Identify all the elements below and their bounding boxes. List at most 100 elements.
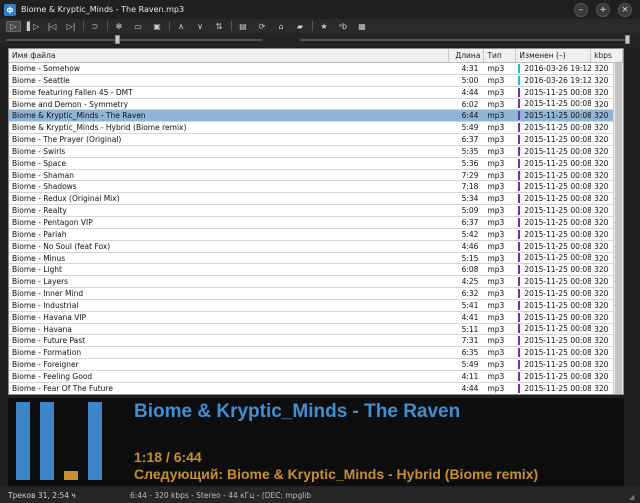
modified-marker <box>518 241 521 251</box>
refresh-icon[interactable]: ⟳ <box>255 21 269 32</box>
track-modified: 2015-11-25 00:08 <box>516 276 591 287</box>
table-row[interactable]: Biome - Somehow 4:31 mp3 2016-03-26 19:12 32… <box>9 63 623 75</box>
stream-info: 6:44 - 320 kbps - Stereo - 44 кГц - (DEC… <box>130 490 312 500</box>
table-row[interactable]: Biome - Seattle 5:00 mp3 2016-03-26 19:12 32… <box>9 74 623 87</box>
mini-window-icon[interactable]: ▭ <box>131 21 145 32</box>
tag-icon[interactable]: ▦ <box>355 21 369 32</box>
seek-slider-handle[interactable] <box>115 35 120 44</box>
table-row[interactable]: Biome - Havana VIP 4:41 mp3 2015-11-25 00:0… <box>9 311 623 324</box>
track-count: Треков 31, 2:54 ч <box>8 490 76 500</box>
rename-icon[interactable]: ᵃb <box>336 21 350 32</box>
column-header-modified[interactable]: Изменен (–) <box>516 49 592 62</box>
folder-icon[interactable]: ▰ <box>293 21 307 32</box>
table-row[interactable]: Biome - Industrial 5:41 mp3 2015-11-25 00:0… <box>9 299 623 312</box>
modified-marker <box>518 134 521 144</box>
table-row[interactable]: Biome - Redux (Original Mix) 5:34 mp3 2015-… <box>9 193 623 206</box>
track-type: mp3 <box>487 229 505 239</box>
maximize-button[interactable]: + <box>596 3 610 17</box>
modified-date: 2015-11-25 00:08 <box>524 170 592 180</box>
modified-marker <box>518 99 521 109</box>
track-length: 4:44 <box>461 87 479 97</box>
pause-icon[interactable]: ▌▷ <box>26 21 40 32</box>
table-row[interactable]: Biome - Layers 4:25 mp3 2015-11-25 00:08 320 <box>9 276 623 289</box>
previous-icon[interactable]: |◁ <box>45 21 59 32</box>
table-row[interactable]: Biome - Feeling Good 4:11 mp3 2015-11-25 00… <box>9 370 623 383</box>
track-modified: 2015-11-25 00:08 <box>516 241 591 252</box>
track-modified: 2015-11-25 00:08 <box>516 99 591 110</box>
track-type: mp3 <box>487 75 505 85</box>
modified-date: 2015-11-25 00:08 <box>524 324 592 334</box>
modified-date: 2015-11-25 00:08 <box>524 265 592 275</box>
play-icon[interactable]: ▷ <box>6 20 21 32</box>
next-icon[interactable]: ▷| <box>64 21 78 32</box>
track-length: 5:36 <box>461 158 479 168</box>
scrollbar-thumb[interactable] <box>615 63 622 394</box>
track-length: 6:02 <box>461 99 479 109</box>
table-row[interactable]: Biome - Minus 5:15 mp3 2015-11-25 00:08 320 <box>9 252 623 265</box>
resize-grip-icon[interactable]: ◢ <box>629 493 637 501</box>
move-up-icon[interactable]: ∧ <box>174 21 188 32</box>
settings-icon[interactable]: ✻ <box>112 21 126 32</box>
table-row[interactable]: Biome - Havana 5:11 mp3 2015-11-25 00:08 320 <box>9 323 623 336</box>
table-row[interactable]: Biome - Pentagon VIP 6:37 mp3 2015-11-25 00… <box>9 216 623 229</box>
seek-slider-track[interactable] <box>6 39 262 41</box>
track-length: 5:34 <box>461 194 479 204</box>
column-header-name[interactable]: Имя файла <box>9 49 449 62</box>
table-row[interactable]: Biome - Swirls 5:35 mp3 2015-11-25 00:08 320 <box>9 145 623 158</box>
table-row[interactable]: Biome and Demon - Symmetry 6:02 mp3 2015-11… <box>9 98 623 111</box>
track-modified: 2015-11-25 00:08 <box>516 217 591 228</box>
panel-icon[interactable]: ▣ <box>150 21 164 32</box>
track-type: mp3 <box>487 253 505 263</box>
table-row[interactable]: Biome - Light 6:08 mp3 2015-11-25 00:08 320 <box>9 264 623 277</box>
table-row[interactable]: Biome - Future Past 7:31 mp3 2015-11-25 00:… <box>9 335 623 348</box>
table-row[interactable]: Biome featuring Fallen 45 - DMT 4:44 mp3 20… <box>9 86 623 99</box>
table-row[interactable]: Biome - The Prayer (Original) 6:37 mp3 2015… <box>9 134 623 146</box>
track-type: mp3 <box>487 182 505 192</box>
column-header-length[interactable]: Длина <box>449 49 485 62</box>
modified-date: 2015-11-25 00:08 <box>524 217 592 227</box>
table-row[interactable]: Biome - Formation 6:35 mp3 2015-11-25 00:08… <box>9 347 623 360</box>
now-playing-title: Biome & Kryptic_Minds - The Raven <box>134 401 461 422</box>
table-row[interactable]: Biome - No Soul (feat Fox) 4:46 mp3 2015-11… <box>9 240 623 253</box>
repeat-icon[interactable]: ⊃ <box>88 21 102 32</box>
table-row[interactable]: Biome - Fear Of The Future 4:44 mp3 2015-11… <box>9 382 623 394</box>
track-type: mp3 <box>487 265 505 275</box>
close-button[interactable]: × <box>618 3 632 17</box>
playlist-table[interactable]: Имя файла Длина Тип Изменен (–) kbps Bio… <box>8 48 624 395</box>
table-row[interactable]: Biome - Shaman 7:29 mp3 2015-11-25 00:08 320 <box>9 169 623 182</box>
title-bar[interactable]: ф Biome & Kryptic_Minds - The Raven.mp3 … <box>0 0 640 19</box>
table-row-selected[interactable]: Biome & Kryptic_Minds - The Raven 6:44 mp3… <box>9 110 623 123</box>
home-icon[interactable]: ⌂ <box>274 21 288 32</box>
volume-slider-track[interactable] <box>300 39 630 41</box>
modified-marker <box>518 383 521 393</box>
minimize-button[interactable]: – <box>574 3 588 17</box>
sort-icon[interactable]: ⇅ <box>212 21 226 32</box>
track-type: mp3 <box>487 123 505 133</box>
column-header-type[interactable]: Тип <box>484 49 517 62</box>
columns-icon[interactable]: ▤ <box>236 21 250 32</box>
track-length: 7:31 <box>461 336 479 346</box>
move-down-icon[interactable]: ∨ <box>193 21 207 32</box>
volume-slider-handle[interactable] <box>625 35 630 44</box>
track-type: mp3 <box>487 111 505 121</box>
modified-marker <box>518 336 521 346</box>
vertical-scrollbar[interactable] <box>613 63 623 394</box>
table-row[interactable]: Biome - Pariah 5:42 mp3 2015-11-25 00:08 320 <box>9 228 623 241</box>
track-type: mp3 <box>487 146 505 156</box>
track-type: mp3 <box>487 371 505 381</box>
modified-date: 2015-11-25 00:08 <box>524 253 592 263</box>
table-row[interactable]: Biome - Foreigner 5:49 mp3 2015-11-25 00:08… <box>9 359 623 371</box>
column-header-kbps[interactable]: kbps <box>591 49 623 62</box>
table-row[interactable]: Biome - Space 5:36 mp3 2015-11-25 00:08 320 <box>9 157 623 170</box>
now-playing-panel: Biome & Kryptic_Minds - The Raven 1:18 /… <box>8 398 624 486</box>
visualizer-bar <box>64 471 78 480</box>
modified-marker <box>518 63 521 73</box>
table-row[interactable]: Biome - Shadows 7:18 mp3 2015-11-25 00:08 32… <box>9 181 623 194</box>
track-modified: 2015-11-25 00:08 <box>516 205 591 216</box>
favorite-star-icon[interactable]: ★ <box>317 21 331 32</box>
table-row[interactable]: Biome - Inner Mind 6:32 mp3 2015-11-25 00:0… <box>9 288 623 300</box>
track-name: Biome and Demon - Symmetry <box>12 99 129 109</box>
table-row[interactable]: Biome - Realty 5:09 mp3 2015-11-25 00:08 320 <box>9 205 623 217</box>
table-row[interactable]: Biome & Kryptic_Minds - Hybrid (Biome re… <box>9 122 623 135</box>
track-modified: 2015-11-25 00:08 <box>516 264 591 275</box>
